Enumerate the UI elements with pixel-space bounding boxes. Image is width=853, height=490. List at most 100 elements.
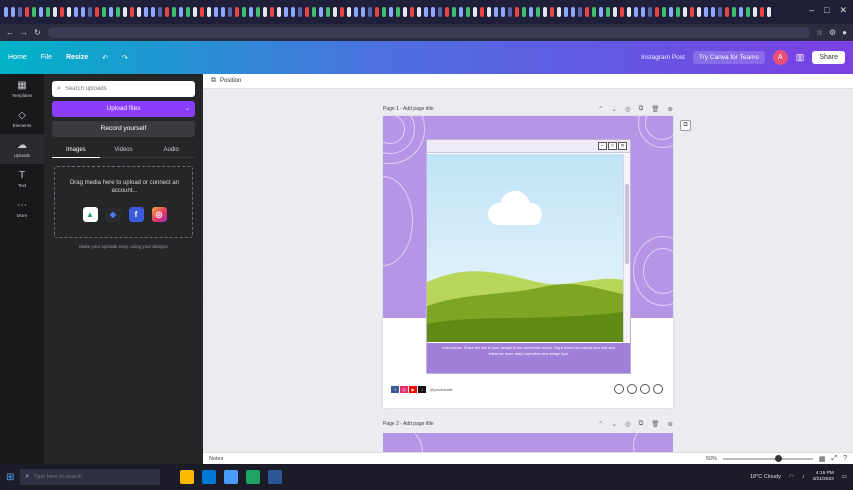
browser-tab[interactable] xyxy=(193,7,197,17)
undo-icon[interactable]: ↶ xyxy=(102,54,108,62)
browser-tab[interactable] xyxy=(697,7,701,17)
browser-tab[interactable] xyxy=(606,7,610,17)
record-yourself-button[interactable]: Record yourself xyxy=(52,121,195,137)
browser-tab[interactable] xyxy=(361,7,365,17)
browser-tab[interactable] xyxy=(424,7,428,17)
browser-tab[interactable] xyxy=(46,7,50,17)
caption-text[interactable]: Instructions: Share the link to your des… xyxy=(427,343,630,373)
browser-tab[interactable] xyxy=(676,7,680,17)
browser-tab[interactable] xyxy=(53,7,57,17)
redo-icon[interactable]: ↷ xyxy=(122,54,128,62)
page-1-title[interactable]: Page 1 - Add page title xyxy=(383,106,434,112)
forward-icon[interactable]: → xyxy=(20,28,28,37)
chevron-up-icon[interactable]: ⌃ xyxy=(598,105,603,113)
browser-tab[interactable] xyxy=(200,7,204,17)
rail-item-elements[interactable]: ◇ Elements xyxy=(0,104,44,134)
browser-tab[interactable] xyxy=(431,7,435,17)
browser-tab[interactable] xyxy=(767,7,771,17)
browser-tab[interactable] xyxy=(627,7,631,17)
browser-tab[interactable] xyxy=(746,7,750,17)
browser-tab[interactable] xyxy=(158,7,162,17)
browser-tab[interactable] xyxy=(333,7,337,17)
windows-start-icon[interactable]: ⊞ xyxy=(6,472,14,483)
try-teams-button[interactable]: Try Canva for Teams xyxy=(692,51,765,64)
zoom-slider-handle[interactable] xyxy=(775,454,783,462)
browser-tab[interactable] xyxy=(620,7,624,17)
browser-tab[interactable] xyxy=(109,7,113,17)
browser-tab[interactable] xyxy=(403,7,407,17)
social-media-strip[interactable]: f ◎ ▶ ♪ @yourhandle xyxy=(391,386,453,393)
browser-tab[interactable] xyxy=(529,7,533,17)
browser-tab[interactable] xyxy=(739,7,743,17)
rail-item-uploads[interactable]: ☁ Uploads xyxy=(0,134,44,164)
browser-tab[interactable] xyxy=(207,7,211,17)
maximize-icon[interactable]: □ xyxy=(824,5,829,16)
browser-tab[interactable] xyxy=(186,7,190,17)
browser-tab[interactable] xyxy=(690,7,694,17)
grid-view-icon[interactable]: ▦ xyxy=(819,455,826,463)
tab-images[interactable]: Images xyxy=(52,144,100,158)
browser-tab[interactable] xyxy=(515,7,519,17)
browser-tab[interactable] xyxy=(368,7,372,17)
browser-tab[interactable] xyxy=(298,7,302,17)
browser-tab[interactable] xyxy=(221,7,225,17)
browser-tab[interactable] xyxy=(291,7,295,17)
browser-tab[interactable] xyxy=(445,7,449,17)
tab-videos[interactable]: Videos xyxy=(99,144,148,158)
fullscreen-icon[interactable]: ⤢ xyxy=(831,455,837,463)
browser-tab[interactable] xyxy=(326,7,330,17)
browser-tab[interactable] xyxy=(144,7,148,17)
browser-tab[interactable] xyxy=(473,7,477,17)
browser-tab[interactable] xyxy=(683,7,687,17)
hide-page-icon[interactable]: ◎ xyxy=(625,420,631,428)
browser-tab[interactable] xyxy=(634,7,638,17)
browser-tab[interactable] xyxy=(655,7,659,17)
design-page-1[interactable]: – □ ✕ Instructions: Share the link to yo… xyxy=(383,116,673,408)
browser-tab[interactable] xyxy=(305,7,309,17)
duplicate-page-icon[interactable]: ⧉ xyxy=(639,420,644,428)
browser-tab[interactable] xyxy=(550,7,554,17)
profile-icon[interactable]: ● xyxy=(842,28,847,37)
browser-tab[interactable] xyxy=(249,7,253,17)
notification-icon[interactable]: ▭ xyxy=(842,474,847,480)
browser-tab[interactable] xyxy=(165,7,169,17)
browser-tab[interactable] xyxy=(536,7,540,17)
window-mockup-frame[interactable]: – □ ✕ Instructions: Share the link to yo… xyxy=(426,139,631,374)
browser-tab[interactable] xyxy=(32,7,36,17)
browser-tab[interactable] xyxy=(578,7,582,17)
browser-tab[interactable] xyxy=(277,7,281,17)
browser-tab[interactable] xyxy=(214,7,218,17)
browser-tab[interactable] xyxy=(557,7,561,17)
back-icon[interactable]: ← xyxy=(6,28,14,37)
browser-tab[interactable] xyxy=(263,7,267,17)
bookmark-star-icon[interactable]: ☆ xyxy=(816,28,823,37)
delete-page-icon[interactable]: 🗑 xyxy=(651,420,659,428)
edge-icon[interactable] xyxy=(202,470,217,484)
extensions-icon[interactable]: ⚙ xyxy=(829,28,836,37)
taskbar-search[interactable]: ⌕ xyxy=(20,469,161,485)
google-drive-icon[interactable]: ▲ xyxy=(82,207,98,222)
browser-tab[interactable] xyxy=(151,7,155,17)
browser-tab[interactable] xyxy=(410,7,414,17)
chrome-icon[interactable] xyxy=(246,470,261,484)
avatar[interactable]: A xyxy=(772,50,788,65)
browser-tab[interactable] xyxy=(312,7,316,17)
browser-tab[interactable] xyxy=(452,7,456,17)
browser-tab[interactable] xyxy=(179,7,183,17)
share-button[interactable]: Share xyxy=(812,51,845,64)
chevron-down-icon[interactable]: ⌄ xyxy=(612,105,617,113)
browser-tab[interactable] xyxy=(641,7,645,17)
browser-tab[interactable] xyxy=(172,7,176,17)
volume-icon[interactable]: ♪ xyxy=(802,474,805,480)
close-icon[interactable]: ✕ xyxy=(839,5,847,16)
help-icon[interactable]: ? xyxy=(843,455,847,462)
browser-tab[interactable] xyxy=(669,7,673,17)
browser-tab[interactable] xyxy=(95,7,99,17)
browser-tab[interactable] xyxy=(417,7,421,17)
home-button[interactable]: Home xyxy=(8,54,27,61)
design-page-2[interactable] xyxy=(383,433,673,452)
browser-tab[interactable] xyxy=(67,7,71,17)
facebook-icon[interactable]: f xyxy=(128,207,144,222)
browser-tab[interactable] xyxy=(60,7,64,17)
instagram-icon[interactable]: ◎ xyxy=(151,207,167,222)
